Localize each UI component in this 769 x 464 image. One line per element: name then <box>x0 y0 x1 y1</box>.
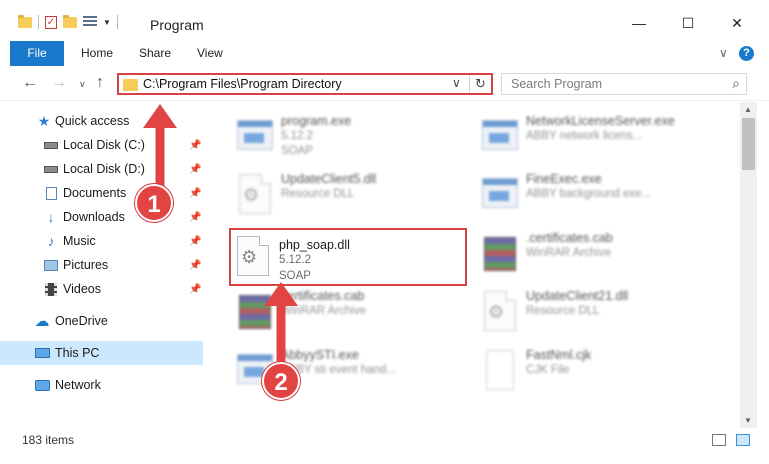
scroll-up-icon[interactable]: ▲ <box>744 105 752 114</box>
cloud-icon: ☁ <box>34 313 50 330</box>
sidebar-item-local-disk-d[interactable]: Local Disk (D:) 📌 <box>0 157 203 181</box>
sidebar-item-pictures[interactable]: Pictures 📌 <box>0 253 203 277</box>
tab-share[interactable]: Share <box>139 41 171 66</box>
recent-locations-chevron-icon[interactable]: ∨ <box>79 79 86 90</box>
music-icon: ♪ <box>47 233 55 249</box>
folder-icon <box>123 79 138 91</box>
file-item-php-soap[interactable]: ⚙ php_soap.dll 5.12.2 SOAP <box>233 230 483 288</box>
file-item[interactable]: ⚙ UpdateClient5.dll Resource DLL <box>235 168 485 226</box>
archive-icon <box>235 289 275 335</box>
sidebar-item-downloads[interactable]: ↓ Downloads 📌 <box>0 205 203 229</box>
exe-icon <box>235 114 275 160</box>
search-input[interactable]: Search Program ⌕ <box>501 73 747 95</box>
details-view-icon[interactable] <box>712 434 726 446</box>
divider <box>38 15 39 29</box>
pin-icon[interactable]: 📌 <box>189 140 201 151</box>
pictures-icon <box>43 258 59 272</box>
vertical-scrollbar[interactable]: ▲ ▼ <box>740 102 757 428</box>
sidebar-item-network[interactable]: Network <box>0 373 203 397</box>
videos-icon <box>43 282 59 296</box>
file-item[interactable]: program.exe 5.12.2 SOAP <box>235 110 485 168</box>
forward-arrow-icon[interactable]: → <box>51 74 67 92</box>
downloads-icon: ↓ <box>47 209 55 225</box>
file-item[interactable]: FineExec.exe ABBY background exe... <box>480 168 730 226</box>
sidebar-item-music[interactable]: ♪ Music 📌 <box>0 229 203 253</box>
refresh-icon[interactable]: ↻ <box>469 75 491 93</box>
help-icon[interactable]: ? <box>739 46 754 61</box>
address-bar[interactable]: C:\Program Files\Program Directory ∨ ↻ <box>117 73 493 95</box>
network-icon <box>34 378 50 392</box>
dll-icon: ⚙ <box>235 172 275 218</box>
up-arrow-icon[interactable]: ↑ <box>96 74 104 92</box>
dll-icon: ⚙ <box>233 234 273 280</box>
close-button[interactable]: ✕ <box>715 10 759 36</box>
computer-icon <box>34 346 50 360</box>
tab-home[interactable]: Home <box>81 41 113 66</box>
navigation-bar: ← → ∨ ↑ C:\Program Files\Program Directo… <box>0 67 769 101</box>
file-item[interactable]: NetworkLicenseServer.exe ABBY network li… <box>480 110 730 168</box>
exe-icon <box>480 172 520 218</box>
navigation-pane: ★ Quick access Local Disk (C:) 📌 Local D… <box>0 102 205 428</box>
dll-icon: ⚙ <box>480 289 520 335</box>
address-history-chevron-icon[interactable]: ∨ <box>452 76 461 90</box>
highlighted-file-item[interactable]: ⚙ php_soap.dll 5.12.2 SOAP <box>229 228 467 286</box>
tiles-view-icon[interactable] <box>736 434 750 446</box>
pin-icon[interactable]: 📌 <box>189 212 201 223</box>
star-icon: ★ <box>37 112 51 129</box>
pin-icon[interactable]: 📌 <box>189 260 201 271</box>
address-path[interactable]: C:\Program Files\Program Directory <box>143 77 342 91</box>
tab-file[interactable]: File <box>10 41 64 66</box>
step-2-badge: 2 <box>262 362 300 400</box>
file-item[interactable]: certificates.cab WinRAR Archive <box>235 285 485 343</box>
exe-icon <box>480 114 520 160</box>
properties-check-icon[interactable]: ✓ <box>45 15 57 29</box>
pin-icon[interactable]: 📌 <box>189 188 201 199</box>
chevron-down-icon[interactable]: ▼ <box>103 18 111 27</box>
quick-access-toolbar: ✓ ▼ <box>18 14 118 29</box>
customize-toolbar-icon[interactable] <box>83 16 97 28</box>
pin-icon[interactable]: 📌 <box>189 284 201 295</box>
item-count: 183 items <box>22 433 75 447</box>
new-folder-icon[interactable] <box>63 14 77 28</box>
title-bar: ✓ ▼ Program — ☐ ✕ <box>0 0 769 40</box>
file-item[interactable]: .certificates.cab WinRAR Archive <box>480 227 730 285</box>
divider <box>116 15 118 29</box>
sidebar-item-videos[interactable]: Videos 📌 <box>0 277 203 301</box>
expand-ribbon-icon[interactable]: ∨ <box>719 46 728 60</box>
ribbon-tabs: File Home Share View ∨ <box>0 41 769 66</box>
drive-icon <box>43 162 59 176</box>
drive-icon <box>43 138 59 152</box>
tab-view[interactable]: View <box>197 41 223 66</box>
file-item[interactable]: ⚙ UpdateClient21.dll Resource DLL <box>480 285 730 343</box>
search-placeholder: Search Program <box>511 77 603 91</box>
archive-icon <box>480 231 520 277</box>
folder-icon <box>18 14 32 28</box>
search-icon[interactable]: ⌕ <box>732 75 740 92</box>
sidebar-item-onedrive[interactable]: ☁ OneDrive <box>0 309 203 333</box>
sidebar-item-this-pc[interactable]: This PC <box>0 341 203 365</box>
sidebar-item-local-disk-c[interactable]: Local Disk (C:) 📌 <box>0 133 203 157</box>
maximize-button[interactable]: ☐ <box>666 10 710 36</box>
sidebar-item-quick-access[interactable]: ★ Quick access <box>0 109 203 133</box>
pin-icon[interactable]: 📌 <box>189 236 201 247</box>
status-bar: 183 items <box>0 428 769 452</box>
scroll-thumb[interactable] <box>742 118 755 170</box>
file-item[interactable]: FastNml.cjk CJK File <box>480 344 730 402</box>
step-1-badge: 1 <box>135 184 173 222</box>
pin-icon[interactable]: 📌 <box>189 164 201 175</box>
minimize-button[interactable]: — <box>617 10 661 36</box>
window-title: Program <box>150 17 204 33</box>
documents-icon <box>43 186 59 200</box>
scroll-down-icon[interactable]: ▼ <box>744 416 752 425</box>
back-arrow-icon[interactable]: ← <box>22 74 38 92</box>
file-icon <box>480 348 520 394</box>
